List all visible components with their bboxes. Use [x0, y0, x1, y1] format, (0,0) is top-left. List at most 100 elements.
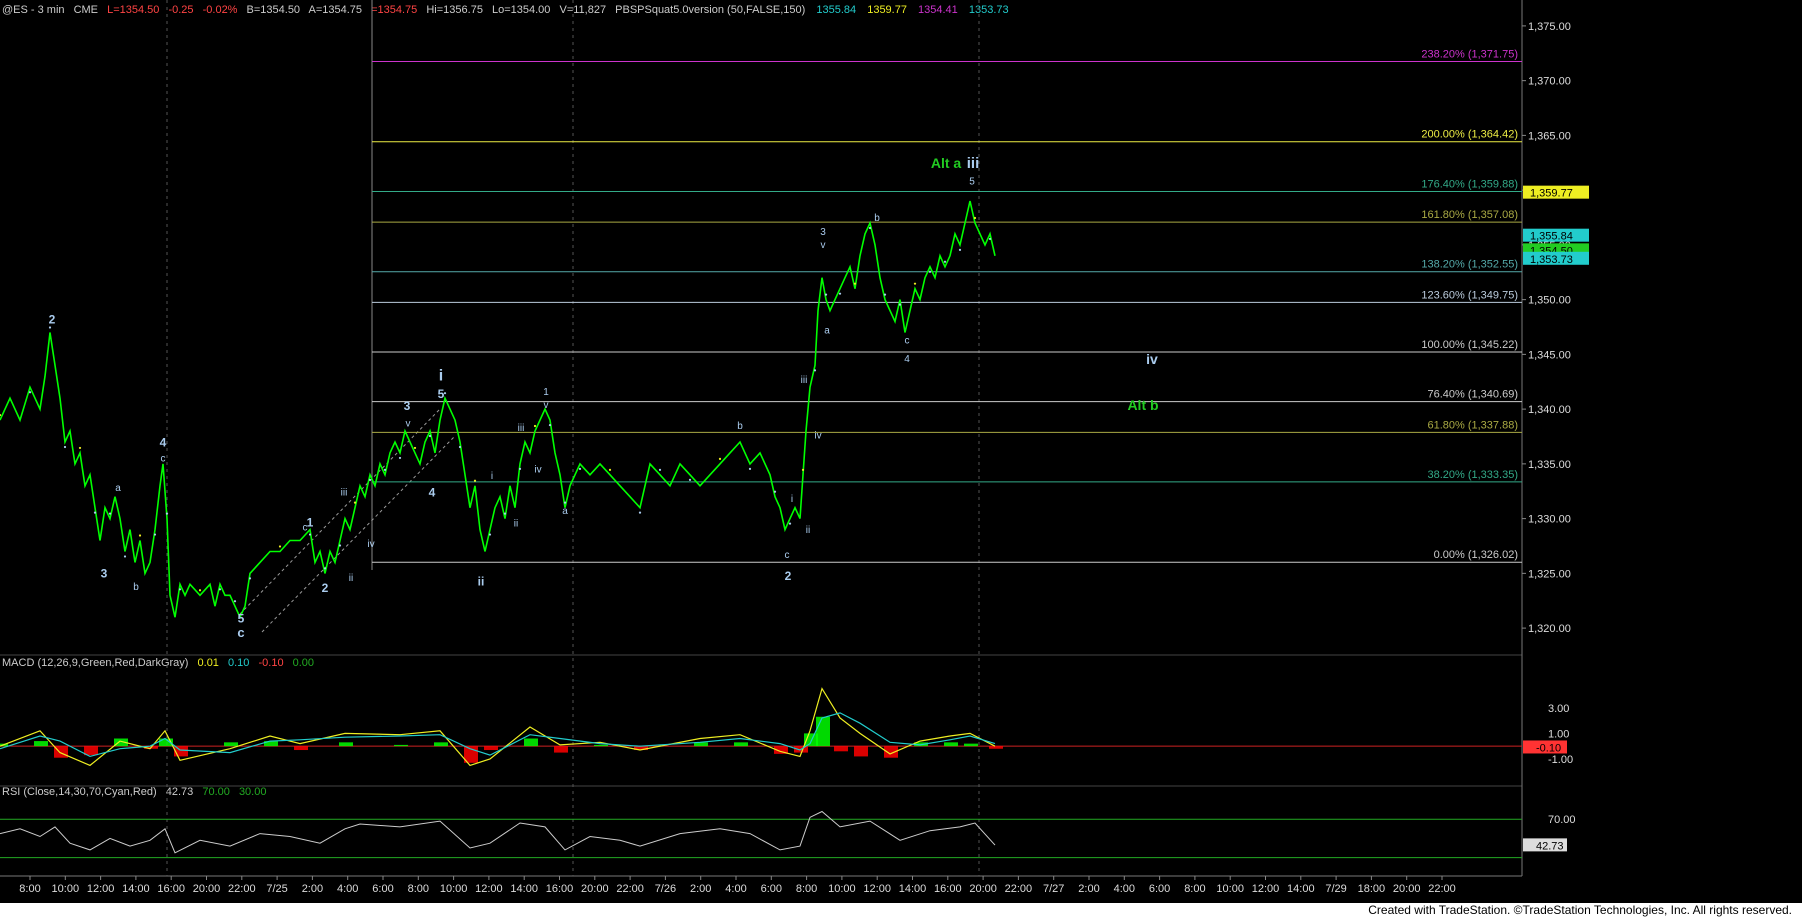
price-marker	[218, 588, 222, 591]
footer-credit: Created with TradeStation. ©TradeStation…	[1368, 903, 1792, 917]
wave-label: 2	[49, 313, 56, 327]
time-tick-label: 20:00	[1393, 883, 1421, 895]
header-ask: A=1354.75	[309, 4, 363, 16]
header-volume: V=11,827	[559, 4, 606, 16]
price-marker	[943, 260, 947, 263]
macd-histogram-bar	[34, 741, 48, 747]
time-tick-label: 8:00	[796, 883, 817, 895]
time-tick-label: 6:00	[372, 883, 393, 895]
wave-label: b	[133, 582, 139, 593]
time-tick-label: 12:00	[87, 883, 115, 895]
fib-level-label: 38.20% (1,333.35)	[1427, 469, 1518, 481]
price-marker	[473, 479, 477, 482]
macd-histogram-bar	[734, 742, 748, 747]
price-marker	[108, 512, 112, 515]
wave-label: b	[874, 213, 880, 224]
rsi-header-v1: 42.73	[166, 786, 194, 798]
wave-label: iv	[534, 465, 541, 476]
time-tick-label: 20:00	[581, 883, 609, 895]
rsi-badge-label: 42.73	[1536, 840, 1564, 852]
wave-label: v	[544, 400, 549, 411]
macd-histogram-bar	[944, 742, 958, 747]
macd-header-v3: -0.10	[258, 657, 283, 669]
wave-label: c	[161, 454, 166, 465]
wave-label: 3	[404, 399, 411, 413]
time-tick-label: 22:00	[616, 883, 644, 895]
price-marker	[563, 501, 567, 504]
price-marker	[323, 567, 327, 570]
time-tick-label: 14:00	[510, 883, 538, 895]
time-tick-label: 12:00	[475, 883, 503, 895]
wave-label: a	[562, 506, 568, 517]
macd-header-v2: 0.10	[228, 657, 249, 669]
wave-label: c	[905, 335, 910, 346]
macd-tick-label: 3.00	[1548, 703, 1569, 715]
macd-tick-label: 1.00	[1548, 728, 1569, 740]
wave-label: ii	[806, 525, 810, 536]
time-tick-label: 12:00	[863, 883, 891, 895]
macd-histogram-bar	[339, 742, 353, 747]
macd-header: MACD (12,26,9,Green,Red,DarkGray) 0.01 0…	[2, 657, 314, 669]
time-tick-label: 22:00	[1428, 883, 1456, 895]
header-symbol: @ES - 3 min	[2, 4, 65, 16]
price-badge-label: 1,355.84	[1530, 231, 1573, 243]
price-marker	[368, 478, 372, 481]
price-tick-label: 1,320.00	[1528, 623, 1571, 635]
price-tick-label: 1,335.00	[1528, 459, 1571, 471]
wave-label: Alt b	[1127, 397, 1158, 413]
wave-label: 1	[307, 515, 314, 529]
fib-level-label: 123.60% (1,349.75)	[1421, 289, 1518, 301]
time-tick-label: 12:00	[1252, 883, 1280, 895]
macd-histogram-bar	[554, 746, 568, 753]
macd-histogram-bar	[224, 742, 238, 747]
fib-level-label: 161.80% (1,357.08)	[1421, 209, 1518, 221]
header-last-red: =1354.75	[371, 4, 417, 16]
price-marker	[28, 391, 32, 394]
price-marker	[518, 467, 522, 470]
price-marker	[958, 248, 962, 251]
macd-histogram-bar	[834, 746, 848, 752]
time-tick-label: 7/25	[266, 883, 287, 895]
rsi-header: RSI (Close,14,30,70,Cyan,Red) 42.73 70.0…	[2, 786, 266, 798]
price-marker	[153, 533, 157, 536]
time-tick-label: 4:00	[337, 883, 358, 895]
header-line: @ES - 3 min CME L=1354.50 -0.25 -0.02% B…	[2, 4, 1009, 16]
price-marker	[868, 226, 872, 230]
macd-tick-label: -1.00	[1548, 754, 1573, 766]
time-tick-label: 18:00	[1358, 883, 1386, 895]
price-marker	[428, 434, 432, 438]
wave-label: iii	[518, 423, 525, 434]
header-exchange: CME	[74, 4, 98, 16]
wave-label: iv	[814, 431, 821, 442]
price-badge-label: 1,359.77	[1530, 188, 1573, 200]
time-tick-label: 20:00	[193, 883, 221, 895]
time-tick-label: 4:00	[725, 883, 746, 895]
time-tick-label: 20:00	[969, 883, 997, 895]
price-marker	[578, 467, 582, 470]
wave-label: ii	[514, 518, 518, 529]
macd-histogram-bar	[294, 746, 308, 751]
price-marker	[838, 292, 842, 295]
time-tick-label: 10:00	[440, 883, 468, 895]
price-tick-label: 1,345.00	[1528, 349, 1571, 361]
price-marker	[898, 303, 902, 306]
header-study-v4: 1353.73	[969, 4, 1009, 16]
wave-label: 4	[904, 354, 910, 365]
header-study-v3: 1354.41	[918, 4, 958, 16]
wave-label: 4	[160, 435, 167, 449]
price-marker	[503, 512, 507, 515]
price-marker	[178, 588, 182, 591]
wave-label: iv	[367, 539, 374, 550]
wave-label: 4	[429, 486, 436, 500]
price-marker	[63, 445, 67, 449]
price-tick-label: 1,375.00	[1528, 21, 1571, 33]
fib-level-label: 238.20% (1,371.75)	[1421, 48, 1518, 60]
macd-header-label: MACD (12,26,9,Green,Red,DarkGray)	[2, 657, 188, 669]
time-tick-label: 22:00	[1005, 883, 1033, 895]
time-tick-label: 8:00	[1184, 883, 1205, 895]
time-tick-label: 4:00	[1114, 883, 1135, 895]
header-study-v1: 1355.84	[816, 4, 856, 16]
header-change: -0.25	[168, 4, 193, 16]
price-marker	[93, 511, 97, 514]
fib-level-label: 0.00% (1,326.02)	[1434, 549, 1518, 561]
